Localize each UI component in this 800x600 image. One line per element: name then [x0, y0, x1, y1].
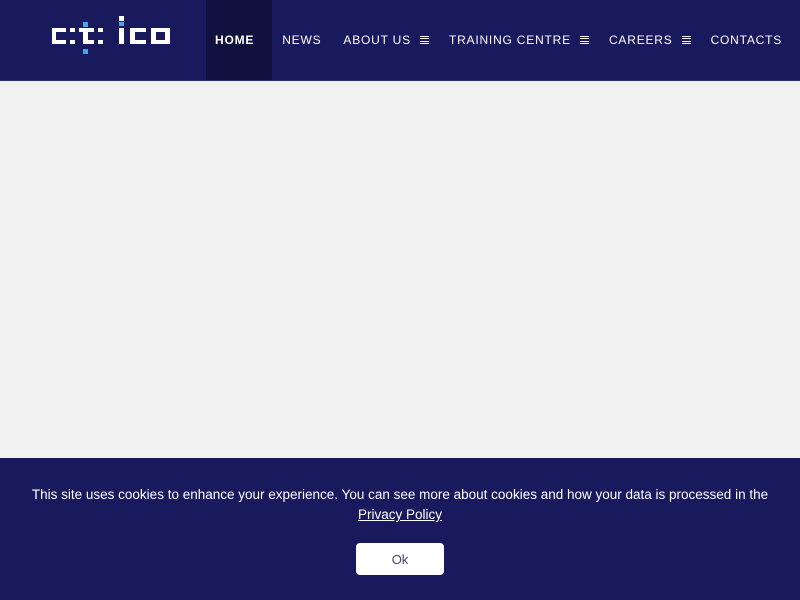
- nav-item-home[interactable]: HOME: [206, 0, 273, 80]
- main-content-area: [0, 81, 800, 458]
- nav-item-about-us[interactable]: ABOUT US: [333, 0, 439, 80]
- nav-item-label: CAREERS: [608, 33, 673, 47]
- nav-item-label: NEWS: [282, 33, 322, 47]
- cookie-ok-button[interactable]: Ok: [356, 543, 444, 575]
- citco-logo[interactable]: [50, 14, 190, 62]
- main-navigation: HOME NEWS ABOUT US TRAINING CENTRE CAREE…: [206, 0, 800, 80]
- privacy-policy-link[interactable]: Privacy Policy: [358, 507, 442, 522]
- cookie-message-text: This site uses cookies to enhance your e…: [31, 487, 769, 502]
- nav-item-label: HOME: [215, 33, 255, 47]
- nav-item-training-centre[interactable]: TRAINING CENTRE: [439, 0, 599, 80]
- hamburger-menu-icon: [419, 36, 429, 44]
- nav-item-label: TRAINING CENTRE: [448, 33, 571, 47]
- nav-item-careers[interactable]: CAREERS: [599, 0, 701, 80]
- hamburger-menu-icon: [681, 36, 691, 44]
- hamburger-menu-icon: [579, 36, 589, 44]
- nav-item-news[interactable]: NEWS: [272, 0, 331, 80]
- nav-item-label: ABOUT US: [343, 33, 411, 47]
- site-header: HOME NEWS ABOUT US TRAINING CENTRE CAREE…: [0, 0, 800, 81]
- cookie-message: This site uses cookies to enhance your e…: [20, 485, 780, 525]
- nav-item-label: CONTACTS: [710, 33, 783, 47]
- nav-item-contacts[interactable]: CONTACTS: [701, 0, 793, 80]
- cookie-consent-banner: This site uses cookies to enhance your e…: [0, 458, 800, 600]
